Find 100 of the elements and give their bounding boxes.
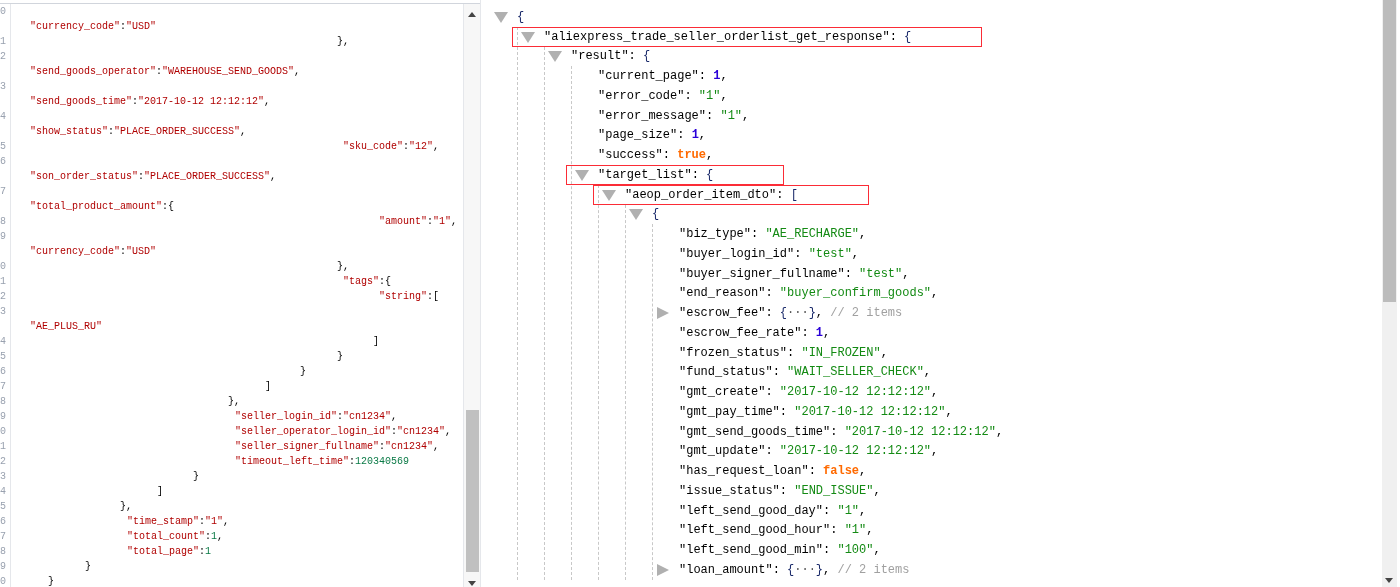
line-number: 5 bbox=[0, 501, 6, 512]
scrollbar-thumb[interactable] bbox=[466, 410, 479, 572]
code-line: "show_status":"PLACE_ORDER_SUCCESS", bbox=[30, 125, 247, 139]
line-number: 3 bbox=[0, 471, 6, 482]
json-line: "page_size": 1, bbox=[598, 127, 707, 145]
code-line: "timeout_left_time":120340569 bbox=[235, 455, 410, 469]
code-line: } bbox=[337, 350, 343, 364]
json-line: "buyer_login_id": "test", bbox=[679, 245, 860, 263]
code-line: } bbox=[85, 560, 91, 574]
code-line: "sku_code":"12", bbox=[343, 140, 440, 154]
code-line: ] bbox=[373, 335, 379, 349]
code-line: } bbox=[193, 470, 199, 484]
line-number: 3 bbox=[0, 306, 6, 317]
caret-right-icon[interactable] bbox=[656, 307, 670, 320]
line-number: 7 bbox=[0, 381, 6, 392]
json-line: "error_message": "1", bbox=[598, 107, 750, 125]
caret-right-icon[interactable] bbox=[656, 563, 670, 576]
code-line: } bbox=[48, 575, 54, 587]
line-number: 7 bbox=[0, 186, 6, 197]
code-line: "seller_signer_fullname":"cn1234", bbox=[235, 440, 440, 454]
json-line: { bbox=[517, 8, 525, 26]
json-line: "gmt_create": "2017-10-12 12:12:12", bbox=[679, 384, 939, 402]
line-number: 0 bbox=[0, 426, 6, 437]
json-line: "escrow_fee_rate": 1, bbox=[679, 324, 831, 342]
json-line: "success": true, bbox=[598, 147, 714, 165]
line-number: 9 bbox=[0, 411, 6, 422]
json-line: "gmt_pay_time": "2017-10-12 12:12:12", bbox=[679, 403, 953, 421]
code-line: "amount":"1", bbox=[379, 215, 458, 229]
line-number: 8 bbox=[0, 546, 6, 557]
code-line: "seller_login_id":"cn1234", bbox=[235, 410, 398, 424]
json-line: "result": { bbox=[571, 48, 651, 66]
json-line: "current_page": 1, bbox=[598, 68, 728, 86]
code-line: "total_page":1 bbox=[127, 545, 212, 559]
line-number: 1 bbox=[0, 276, 6, 287]
json-line: "left_send_good_hour": "1", bbox=[679, 522, 874, 540]
json-line: "error_code": "1", bbox=[598, 87, 728, 105]
json-line: "fund_status": "WAIT_SELLER_CHECK", bbox=[679, 364, 932, 382]
line-number: 4 bbox=[0, 111, 6, 122]
line-number: 9 bbox=[0, 561, 6, 572]
code-line: "send_goods_time":"2017-10-12 12:12:12", bbox=[30, 95, 271, 109]
line-number: 1 bbox=[0, 36, 6, 47]
json-line: "buyer_signer_fullname": "test", bbox=[679, 265, 910, 283]
json-line: "left_send_good_day": "1", bbox=[679, 502, 867, 520]
json-line: { bbox=[652, 206, 660, 224]
line-number: 4 bbox=[0, 336, 6, 347]
code-line: "AE_PLUS_RU" bbox=[30, 320, 102, 334]
json-line: "end_reason": "buyer_confirm_goods", bbox=[679, 285, 939, 303]
code-line: "time_stamp":"1", bbox=[127, 515, 230, 529]
code-line: "string":[ bbox=[379, 290, 440, 304]
json-line: "escrow_fee": {···}, // 2 items bbox=[679, 305, 903, 323]
line-number: 1 bbox=[0, 441, 6, 452]
code-line: }, bbox=[228, 395, 241, 409]
line-number: 4 bbox=[0, 486, 6, 497]
json-line: "biz_type": "AE_RECHARGE", bbox=[679, 226, 867, 244]
json-line: "aeop_order_item_dto": [ bbox=[625, 186, 798, 204]
json-line: "loan_amount": {···}, // 2 items bbox=[679, 561, 910, 579]
line-number: 6 bbox=[0, 366, 6, 377]
caret-down-icon[interactable] bbox=[494, 10, 508, 23]
code-line: }, bbox=[337, 35, 350, 49]
line-number: 8 bbox=[0, 216, 6, 227]
code-line: "currency_code":"USD" bbox=[30, 245, 157, 259]
json-line: "aliexpress_trade_seller_orderlist_get_response": { bbox=[544, 28, 912, 46]
line-number: 2 bbox=[0, 456, 6, 467]
line-number: 0 bbox=[0, 261, 6, 272]
line-number: 7 bbox=[0, 531, 6, 542]
line-number: 2 bbox=[0, 291, 6, 302]
code-line: "send_goods_operator":"WAREHOUSE_SEND_GOODS", bbox=[30, 65, 301, 79]
code-line: "currency_code":"USD" bbox=[30, 20, 157, 34]
scrollbar-thumb[interactable] bbox=[1383, 0, 1396, 302]
json-line: "issue_status": "END_ISSUE", bbox=[679, 482, 881, 500]
line-number: 6 bbox=[0, 156, 6, 167]
json-line: "target_list": { bbox=[598, 166, 714, 184]
caret-down-icon[interactable] bbox=[521, 30, 535, 43]
line-number: 5 bbox=[0, 351, 6, 362]
scroll-down-arrow-icon[interactable] bbox=[1385, 578, 1393, 583]
code-line: "son_order_status":"PLACE_ORDER_SUCCESS", bbox=[30, 170, 277, 184]
code-line: "tags":{ bbox=[343, 275, 392, 289]
line-number: 0 bbox=[0, 6, 6, 17]
code-line: "total_count":1, bbox=[127, 530, 224, 544]
code-line: "seller_operator_login_id":"cn1234", bbox=[235, 425, 452, 439]
line-number: 2 bbox=[0, 51, 6, 62]
code-line: "total_product_amount":{ bbox=[30, 200, 175, 214]
line-number: 9 bbox=[0, 231, 6, 242]
line-number: 5 bbox=[0, 141, 6, 152]
code-line: }, bbox=[337, 260, 350, 274]
scroll-up-arrow-icon[interactable] bbox=[468, 12, 476, 17]
line-number: 3 bbox=[0, 81, 6, 92]
code-line: }, bbox=[120, 500, 133, 514]
scroll-down-arrow-icon[interactable] bbox=[468, 581, 476, 586]
code-line: ] bbox=[265, 380, 271, 394]
caret-down-icon[interactable] bbox=[575, 168, 589, 181]
line-number: 0 bbox=[0, 576, 6, 587]
caret-down-icon[interactable] bbox=[602, 188, 616, 201]
line-number: 8 bbox=[0, 396, 6, 407]
caret-down-icon[interactable] bbox=[629, 208, 643, 221]
code-line: ] bbox=[157, 485, 163, 499]
json-line: "gmt_send_goods_time": "2017-10-12 12:12:12", bbox=[679, 423, 1004, 441]
caret-down-icon[interactable] bbox=[548, 50, 562, 63]
json-line: "has_request_loan": false, bbox=[679, 463, 867, 481]
line-number: 6 bbox=[0, 516, 6, 527]
